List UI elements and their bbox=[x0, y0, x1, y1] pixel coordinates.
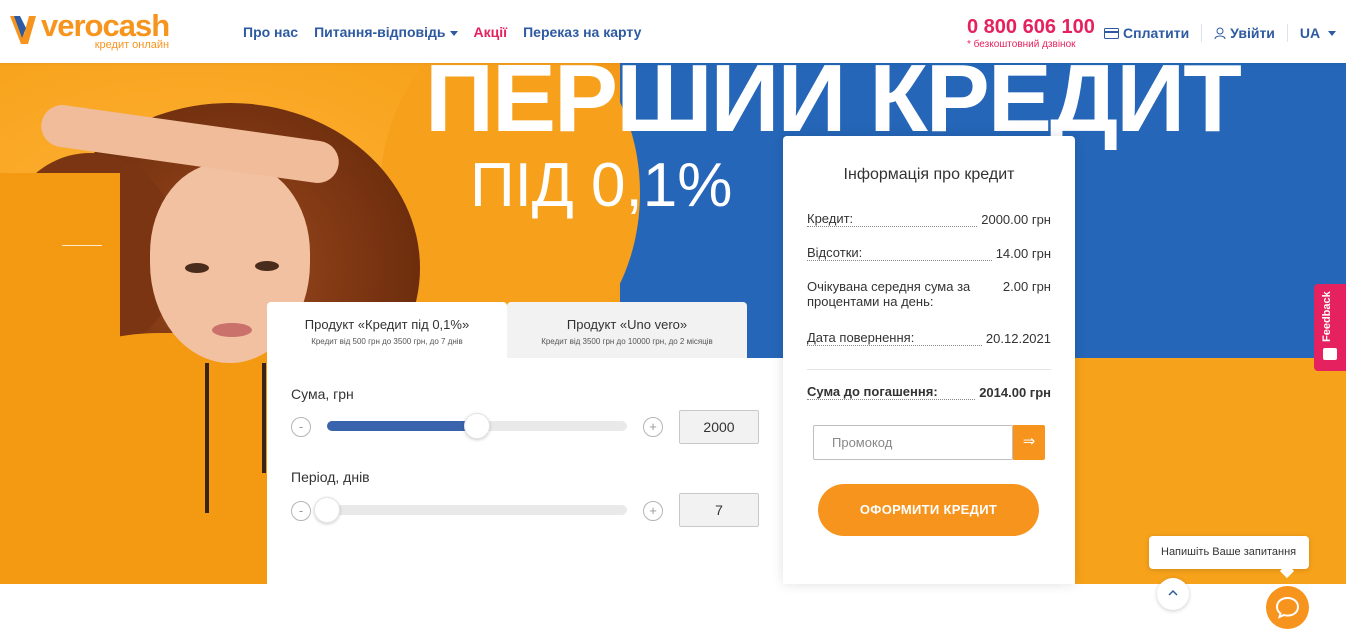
info-row-key: Очікувана середня сума за процентами на … bbox=[807, 279, 971, 309]
nav-card-transfer[interactable]: Переказ на карту bbox=[523, 24, 641, 40]
tab-uno-vero[interactable]: Продукт «Uno vero» Кредит від 3500 грн д… bbox=[507, 302, 747, 358]
login-link[interactable]: Увійти bbox=[1214, 25, 1275, 41]
period-value-field[interactable]: 7 bbox=[679, 493, 759, 527]
nav-faq-label: Питання-відповідь bbox=[314, 24, 446, 40]
hero-hoodie-string bbox=[262, 363, 266, 473]
period-minus-button[interactable]: - bbox=[291, 501, 311, 521]
promo-code-input[interactable]: Промокод bbox=[813, 425, 1013, 460]
divider bbox=[1286, 24, 1288, 42]
logo-name: verocash bbox=[41, 8, 170, 43]
main-nav: Про нас Питання-відповідь Акції Переказ … bbox=[243, 24, 641, 40]
hero-hoodie-string bbox=[205, 363, 209, 513]
info-row-value: 2014.00 грн bbox=[979, 385, 1051, 400]
product-tabs: Продукт «Кредит під 0,1%» Кредит від 500… bbox=[267, 302, 747, 358]
feedback-tab[interactable]: Feedback bbox=[1314, 284, 1346, 371]
feedback-icon bbox=[1323, 348, 1337, 360]
tab-title: Продукт «Кредит під 0,1%» bbox=[304, 317, 470, 332]
info-row-key: Кредит: bbox=[807, 211, 978, 227]
pay-label: Сплатити bbox=[1123, 25, 1190, 41]
chevron-up-icon bbox=[1168, 589, 1178, 596]
credit-info-card: Інформація про кредит Кредит: 2000.00 гр… bbox=[783, 136, 1075, 584]
info-row-value: 14.00 грн bbox=[995, 246, 1051, 261]
phone-number[interactable]: 0 800 606 100 bbox=[967, 16, 1095, 38]
hero-subtitle: ПІД 0,1% bbox=[470, 151, 733, 220]
apply-credit-button[interactable]: ОФОРМИТИ КРЕДИТ bbox=[818, 484, 1039, 536]
nav-faq[interactable]: Питання-відповідь bbox=[314, 24, 458, 40]
nav-about[interactable]: Про нас bbox=[243, 24, 298, 40]
tab-title: Продукт «Uno vero» bbox=[566, 317, 688, 332]
period-slider-handle[interactable] bbox=[314, 497, 340, 523]
chat-icon bbox=[1275, 596, 1300, 619]
info-row-value: 2.00 грн bbox=[1002, 279, 1051, 294]
period-plus-button[interactable]: + bbox=[643, 501, 663, 521]
chat-open-button[interactable] bbox=[1266, 586, 1309, 629]
tab-description: Кредит від 3500 грн до 10000 грн, до 2 м… bbox=[541, 337, 713, 346]
pay-link[interactable]: Сплатити bbox=[1104, 25, 1189, 41]
feedback-label: Feedback bbox=[1321, 291, 1333, 342]
tab-description: Кредит від 500 грн до 3500 грн, до 7 дні… bbox=[311, 337, 463, 346]
scroll-top-button[interactable] bbox=[1157, 578, 1189, 610]
nav-promotions[interactable]: Акції bbox=[474, 24, 508, 40]
info-title: Інформація про кредит bbox=[843, 166, 1015, 183]
tab-credit-0-1[interactable]: Продукт «Кредит під 0,1%» Кредит від 500… bbox=[267, 302, 507, 358]
phone-note: * безкоштовний дзвінок bbox=[967, 39, 1076, 50]
divider bbox=[1201, 24, 1203, 42]
info-row-total: Сума до погашення: 2014.00 грн bbox=[807, 384, 1051, 400]
chevron-down-icon bbox=[449, 30, 458, 36]
amount-minus-button[interactable]: - bbox=[291, 417, 311, 437]
info-row-key: Сума до погашення: bbox=[807, 384, 976, 400]
loan-calculator: Сума, грн - + 2000 Період, днів - + 7 bbox=[267, 358, 783, 584]
amount-slider-handle[interactable] bbox=[464, 413, 490, 439]
hero-eye-shape bbox=[185, 263, 209, 273]
info-divider bbox=[807, 369, 1051, 370]
amount-slider-fill bbox=[327, 421, 477, 431]
info-row-interest: Відсотки: 14.00 грн bbox=[807, 245, 1051, 261]
info-row-key: Дата повернення: bbox=[807, 330, 982, 346]
info-row-daily-interest: Очікувана середня сума за процентами на … bbox=[807, 279, 1051, 309]
hero-lips-shape bbox=[212, 323, 252, 337]
info-row-value: 2000.00 грн bbox=[981, 212, 1051, 227]
language-label: UA bbox=[1299, 25, 1321, 41]
amount-label: Сума, грн bbox=[291, 386, 354, 402]
language-switcher[interactable]: UA bbox=[1299, 25, 1337, 41]
header-actions: Сплатити Увійти UA bbox=[1104, 24, 1337, 42]
amount-value-field[interactable]: 2000 bbox=[679, 410, 759, 444]
period-label: Період, днів bbox=[291, 469, 370, 485]
site-header: verocash кредит онлайн Про нас Питання-в… bbox=[0, 0, 1346, 63]
phone-block: 0 800 606 100 * безкоштовний дзвінок bbox=[967, 16, 1095, 50]
login-label: Увійти bbox=[1230, 25, 1275, 41]
hero-divider-line bbox=[62, 245, 102, 246]
chevron-down-icon bbox=[1328, 30, 1337, 36]
promo-submit-button[interactable]: ⇒ bbox=[1013, 425, 1045, 460]
hero-eye-shape bbox=[255, 261, 279, 271]
amount-plus-button[interactable]: + bbox=[643, 417, 663, 437]
info-row-credit: Кредит: 2000.00 грн bbox=[807, 211, 1051, 227]
period-slider-track[interactable] bbox=[327, 505, 627, 515]
info-row-return-date: Дата повернення: 20.12.2021 bbox=[807, 330, 1051, 346]
user-icon bbox=[1214, 27, 1226, 39]
info-row-value: 20.12.2021 bbox=[985, 331, 1051, 346]
logo[interactable]: verocash кредит онлайн bbox=[8, 8, 170, 51]
info-row-key: Відсотки: bbox=[807, 245, 992, 261]
credit-card-icon bbox=[1104, 27, 1119, 39]
verocash-logo-icon bbox=[10, 16, 36, 44]
